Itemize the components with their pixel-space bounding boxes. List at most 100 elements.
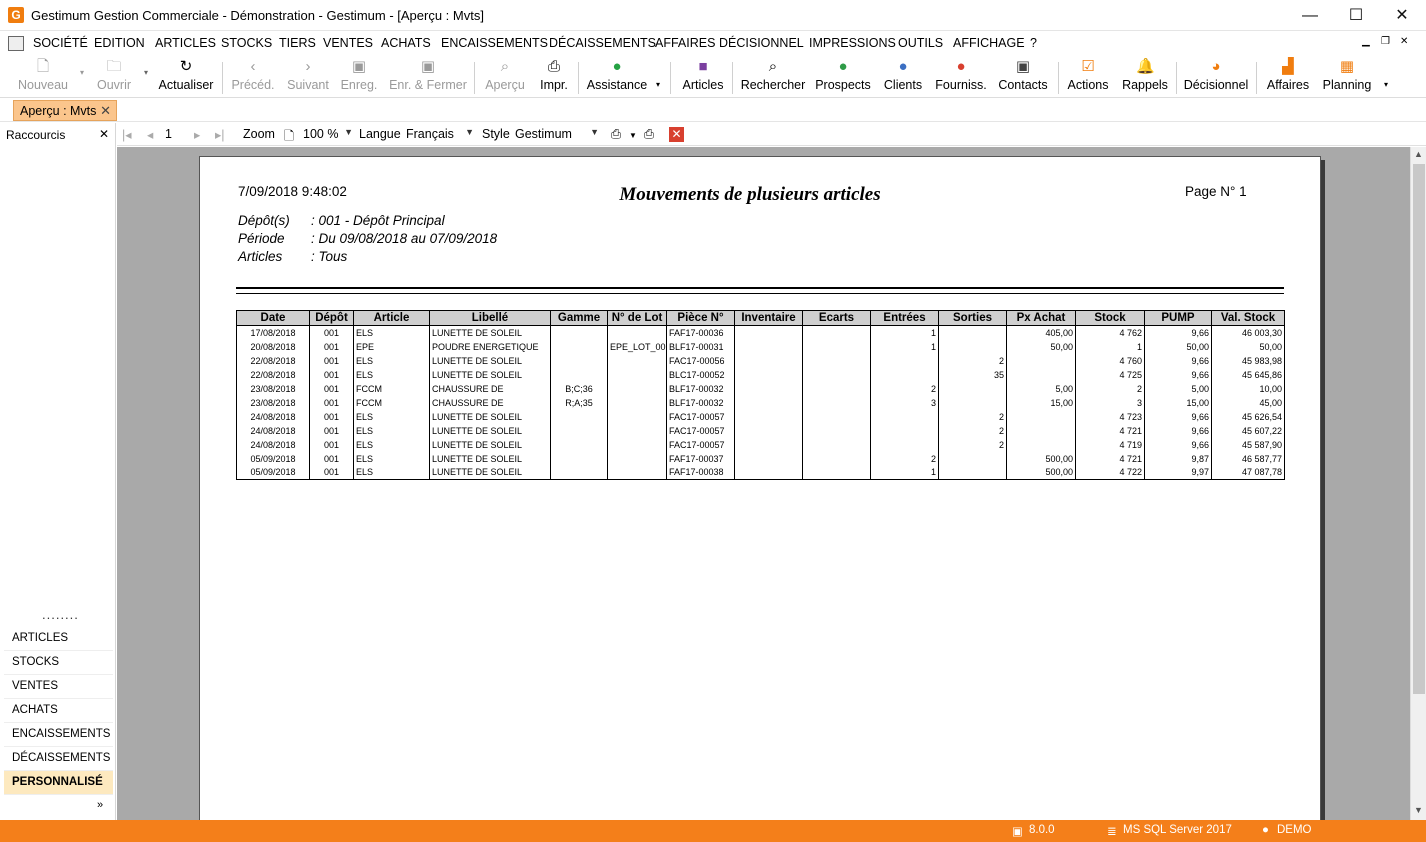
zoom-select[interactable]: 100 % ▼ (303, 127, 353, 141)
sidebar-item-encaissements[interactable]: ENCAISSEMENTS (4, 723, 113, 747)
tab-close-icon[interactable]: ✕ (100, 103, 111, 119)
sidebar-item-personnalise[interactable]: PERSONNALISÉ (4, 771, 113, 795)
menu-impressions[interactable]: IMPRESSIONS (809, 36, 896, 50)
minimize-button[interactable]: — (1287, 0, 1333, 31)
planning-button[interactable]: ▦ Planning (1320, 58, 1374, 96)
scroll-down-icon[interactable]: ▼ (1414, 805, 1423, 815)
menu-encaissements[interactable]: ENCAISSEMENTS (441, 36, 548, 50)
scroll-up-icon[interactable]: ▲ (1414, 149, 1423, 159)
table-cell (1006, 423, 1076, 438)
menu-stocks[interactable]: STOCKS (221, 36, 272, 50)
sidebar-item-achats[interactable]: ACHATS (4, 699, 113, 723)
table-cell (870, 367, 939, 382)
table-cell: 47 087,78 (1211, 465, 1285, 480)
vertical-scrollbar[interactable]: ▲ ▼ (1410, 147, 1426, 820)
window-title: Gestimum Gestion Commerciale - Démonstra… (31, 8, 484, 23)
language-select[interactable]: Français ▼ (406, 127, 474, 141)
close-preview-icon[interactable]: ✕ (669, 127, 684, 142)
sidebar-item-articles[interactable]: ARTICLES (4, 627, 113, 651)
prospects-button[interactable]: ● Prospects (814, 58, 872, 96)
table-cell: 2 (938, 353, 1007, 368)
menu-decaissements[interactable]: DÉCAISSEMENTS (549, 36, 656, 50)
fourniss-button[interactable]: ● Fourniss. (934, 58, 988, 96)
impr-button[interactable]: ⎙ Impr. (536, 58, 572, 96)
table-cell: 4 760 (1075, 353, 1145, 368)
table-cell: CHAUSSURE DE (429, 395, 551, 410)
mdi-restore-icon[interactable]: ❐ (1381, 36, 1390, 47)
sidebar-close-icon[interactable]: ✕ (99, 127, 109, 141)
actions-button[interactable]: ☑ Actions (1064, 58, 1112, 96)
preced-button[interactable]: ‹ Précéd. (228, 58, 278, 96)
apercu-button[interactable]: ⌕ Aperçu (482, 58, 528, 96)
contacts-button[interactable]: ▣ Contacts (996, 58, 1050, 96)
ouvrir-button[interactable]: 🗀 Ouvrir (90, 58, 138, 96)
sidebar-more-icon[interactable]: » (97, 799, 103, 811)
maximize-button[interactable]: ☐ (1333, 0, 1379, 31)
table-cell: ELS (353, 423, 430, 438)
articles-button[interactable]: ■ Articles (680, 58, 726, 96)
table-cell (938, 381, 1007, 396)
menu-articles[interactable]: ARTICLES (155, 36, 216, 50)
style-select[interactable]: Gestimum ▼ (515, 127, 599, 141)
mdi-close-icon[interactable]: ✕ (1400, 36, 1408, 47)
column-header: Sorties (938, 310, 1007, 326)
menu-preview-icon[interactable] (8, 36, 24, 51)
print-icon[interactable]: ⎙ (611, 127, 621, 142)
mdi-minimize-icon[interactable]: ▁ (1362, 36, 1370, 47)
menu-affichage[interactable]: AFFICHAGE (953, 36, 1025, 50)
print-setup-icon[interactable]: ⎙ (644, 127, 654, 142)
prev-page-icon[interactable]: ◂ (147, 127, 153, 142)
last-page-icon[interactable]: ▸| (215, 127, 225, 142)
enreg-button[interactable]: ▣ Enreg. (338, 58, 380, 96)
affaires-button[interactable]: ▟ Affaires (1264, 58, 1312, 96)
table-cell (550, 325, 608, 340)
table-cell: 4 721 (1075, 451, 1145, 466)
table-cell: ELS (353, 451, 430, 466)
first-page-icon[interactable]: |◂ (122, 127, 132, 142)
preview-toolbar: |◂ ◂ 1 ▸ ▸| Zoom 🗋 100 % ▼ Langue Françai… (117, 123, 1426, 146)
table-cell (550, 465, 608, 480)
table-cell (802, 381, 871, 396)
sidebar-item-decaissements[interactable]: DÉCAISSEMENTS (4, 747, 113, 771)
table-cell: 50,00 (1144, 339, 1212, 354)
sidebar-item-stocks[interactable]: STOCKS (4, 651, 113, 675)
menu-decisionnel[interactable]: DÉCISIONNEL (719, 36, 804, 50)
table-cell: 001 (309, 325, 354, 340)
menu-tiers[interactable]: TIERS (279, 36, 316, 50)
planning-grid-icon: ▦ (1339, 58, 1355, 75)
sidebar-item-ventes[interactable]: VENTES (4, 675, 113, 699)
assistance-button[interactable]: ● Assistance (586, 58, 648, 96)
decisionnel-button[interactable]: ◕ Décisionnel (1182, 58, 1250, 96)
actualiser-button[interactable]: ↻ Actualiser (156, 58, 216, 96)
page-number-input[interactable]: 1 (165, 127, 187, 141)
column-header: Date (236, 310, 310, 326)
rappels-button[interactable]: 🔔 Rappels (1120, 58, 1170, 96)
column-header: Dépôt (309, 310, 354, 326)
menu-societe[interactable]: SOCIÉTÉ (33, 36, 88, 50)
print-dropdown-icon[interactable]: ▼ (629, 131, 637, 140)
checkbox-icon: ☑ (1081, 58, 1095, 75)
menu-help[interactable]: ? (1030, 36, 1037, 50)
rechercher-button[interactable]: ⌕ Rechercher (740, 58, 806, 96)
clients-button[interactable]: ● Clients (880, 58, 926, 96)
enr-fermer-button[interactable]: ▣ Enr. & Fermer (388, 58, 468, 96)
nouveau-button[interactable]: 🗋 Nouveau (12, 58, 74, 96)
menu-edition[interactable]: EDITION (94, 36, 145, 50)
close-button[interactable]: ✕ (1379, 0, 1425, 31)
column-header: N° de Lot (607, 310, 667, 326)
scrollbar-thumb[interactable] (1413, 164, 1425, 694)
next-page-icon[interactable]: ▸ (194, 127, 200, 142)
tab-apercu-mvts[interactable]: Aperçu : Mvts ✕ (13, 100, 117, 121)
menu-affaires[interactable]: AFFAIRES (655, 36, 715, 50)
column-header: Px Achat (1006, 310, 1076, 326)
table-cell: 500,00 (1006, 465, 1076, 480)
table-cell: 001 (309, 367, 354, 382)
table-cell: 2 (938, 437, 1007, 452)
menu-ventes[interactable]: VENTES (323, 36, 373, 50)
table-cell: 9,66 (1144, 325, 1212, 340)
table-cell (802, 325, 871, 340)
menu-achats[interactable]: ACHATS (381, 36, 431, 50)
splitter-grip-icon[interactable]: ........ (42, 608, 79, 621)
menu-outils[interactable]: OUTILS (898, 36, 943, 50)
suivant-button[interactable]: › Suivant (284, 58, 332, 96)
